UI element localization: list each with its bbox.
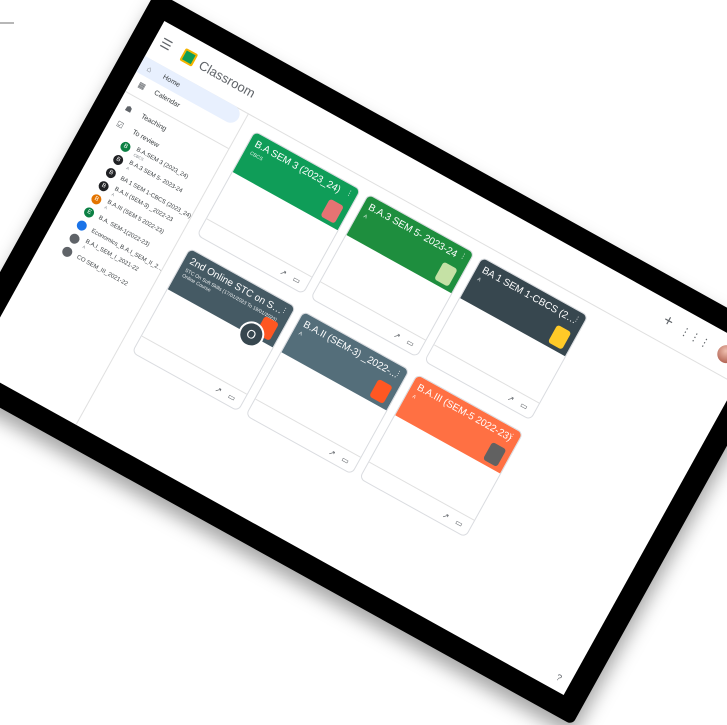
page-edge-line [0,22,14,24]
hamburger-menu-icon[interactable]: ☰ [151,31,181,58]
class-badge: B [97,178,111,193]
people-icon: ☗ [123,103,135,115]
class-subtitle: A [125,164,131,171]
class-badge: B [111,152,126,167]
class-badge [75,218,89,232]
calendar-icon: ▦ [136,79,148,92]
class-subtitle: A [81,243,87,250]
folder-icon[interactable]: ▭ [454,517,465,529]
folder-icon[interactable]: ▭ [291,274,302,286]
class-badge [60,244,75,259]
class-subtitle: A [111,191,116,197]
folder-icon[interactable]: ▭ [519,400,530,412]
class-badge: B [89,192,104,206]
folder-icon[interactable]: ▭ [340,454,351,466]
class-badge: E [82,205,97,219]
trending-icon[interactable]: ↗ [441,510,451,521]
class-badge: B [118,139,133,154]
trending-icon[interactable]: ↗ [278,267,288,278]
class-badge [67,231,82,246]
card-footer: ↗ ▭ [360,461,475,537]
sidebar-item-label: Home [161,73,182,89]
class-subtitle: A [103,204,109,210]
home-icon: ⌂ [145,63,155,74]
card-footer: ↗ ▭ [132,335,247,411]
help-icon[interactable]: ? [554,672,563,683]
trending-icon[interactable]: ↗ [506,393,516,404]
avatar[interactable] [714,341,727,367]
monitor-bezel: ☰ Classroom + ⋮⋮⋮ ⌂ Home ▦ Calendar ☗ Te… [0,0,727,725]
classroom-logo[interactable] [179,47,199,67]
folder-icon[interactable]: ▭ [226,391,237,403]
trending-icon[interactable]: ↗ [327,447,337,458]
plus-icon[interactable]: + [660,312,676,332]
classroom-screen: ☰ Classroom + ⋮⋮⋮ ⌂ Home ▦ Calendar ☗ Te… [0,20,727,696]
trending-icon[interactable]: ↗ [392,330,402,341]
class-badge: B [104,165,118,180]
card-footer: ↗ ▭ [246,398,361,474]
apps-grid-icon[interactable]: ⋮⋮⋮ [678,323,713,350]
folder-icon[interactable]: ▭ [405,337,416,349]
review-icon: ☑ [114,118,126,131]
trending-icon[interactable]: ↗ [213,384,223,395]
